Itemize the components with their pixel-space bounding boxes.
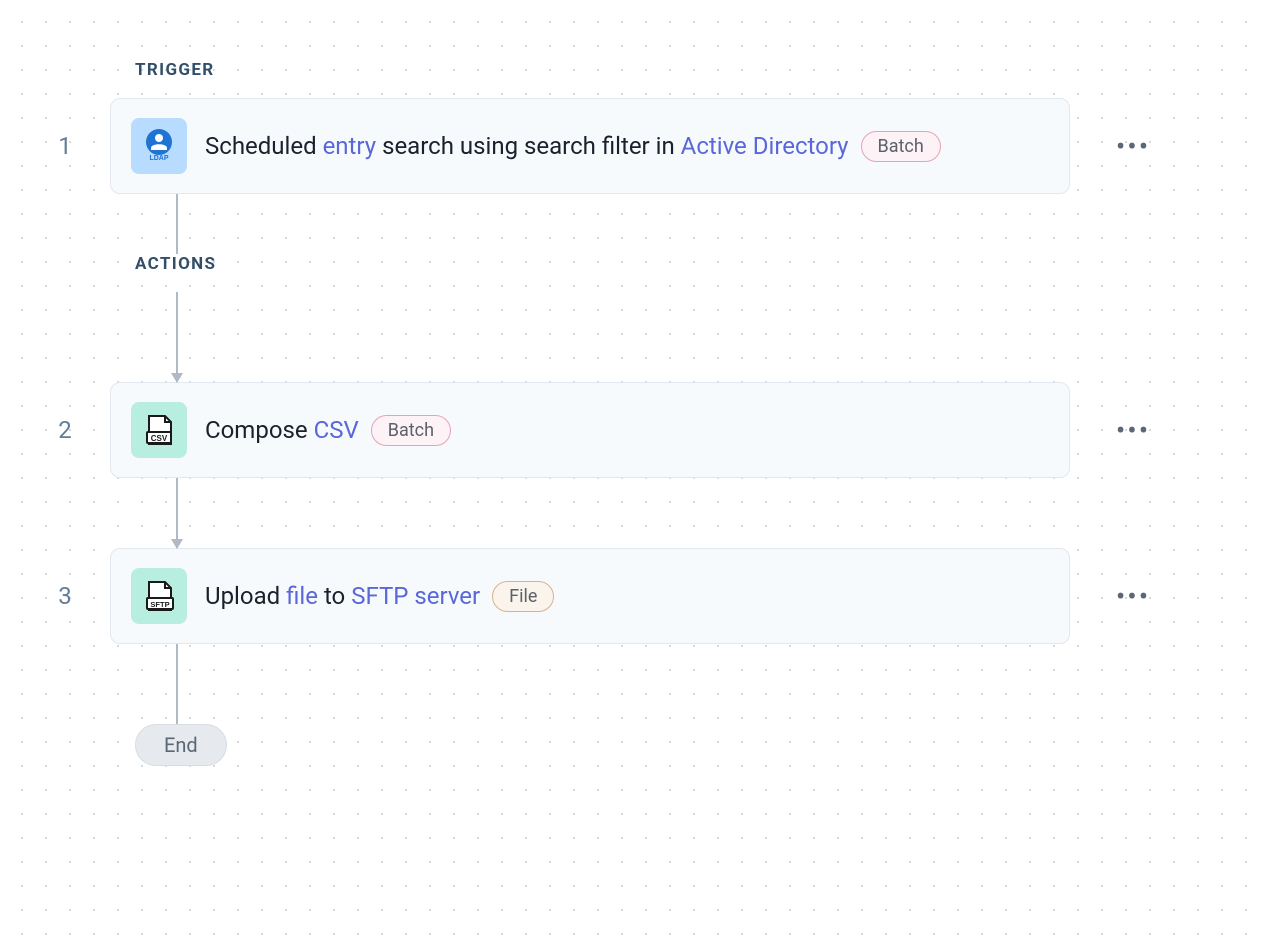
text-segment-link: Active Directory — [681, 132, 849, 160]
section-label-actions: ACTIONS — [135, 254, 1261, 274]
step-row-3: 3 SFTP Upload file to SFTP server File — [20, 548, 1261, 644]
text-segment: to — [318, 582, 351, 610]
connector-arrow — [176, 478, 1261, 548]
badge-batch: Batch — [861, 131, 941, 162]
connector-arrow — [176, 292, 1261, 382]
svg-text:CSV: CSV — [151, 434, 168, 443]
action-title: Upload file to SFTP server File — [205, 581, 554, 612]
connector-line — [176, 194, 1261, 254]
step-number-2: 2 — [20, 416, 110, 444]
more-options-button[interactable] — [1108, 414, 1158, 447]
text-segment: Upload — [205, 582, 286, 610]
trigger-card[interactable]: LDAP Scheduled entry search using search… — [110, 98, 1070, 194]
sftp-icon: SFTP — [131, 568, 187, 624]
connector-line — [176, 644, 1261, 724]
badge-batch: Batch — [371, 415, 451, 446]
action-title: Compose CSV Batch — [205, 415, 451, 446]
action-card-sftp[interactable]: SFTP Upload file to SFTP server File — [110, 548, 1070, 644]
text-segment-link: CSV — [314, 416, 359, 444]
step-number-1: 1 — [20, 132, 110, 160]
badge-file: File — [492, 581, 554, 612]
csv-icon: CSV — [131, 402, 187, 458]
step-row-2: 2 CSV Compose CSV Batch — [20, 382, 1261, 478]
more-options-button[interactable] — [1108, 580, 1158, 613]
svg-text:SFTP: SFTP — [150, 600, 169, 609]
step-row-1: 1 LDAP Scheduled entry search using sear… — [20, 98, 1261, 194]
end-node: End — [135, 724, 227, 766]
text-segment: Compose — [205, 416, 314, 444]
action-card-csv[interactable]: CSV Compose CSV Batch — [110, 382, 1070, 478]
text-segment: Scheduled — [205, 132, 323, 160]
text-segment-link: file — [286, 582, 318, 610]
text-segment: search using search filter in — [376, 132, 681, 160]
text-segment-link: entry — [323, 132, 377, 160]
svg-text:LDAP: LDAP — [149, 155, 168, 162]
step-number-3: 3 — [20, 582, 110, 610]
section-label-trigger: TRIGGER — [135, 60, 1261, 80]
trigger-title: Scheduled entry search using search filt… — [205, 131, 941, 162]
more-options-button[interactable] — [1108, 130, 1158, 163]
workflow-canvas: TRIGGER 1 LDAP Scheduled entry search us… — [0, 0, 1261, 766]
ldap-icon: LDAP — [131, 118, 187, 174]
text-segment-link: SFTP server — [351, 582, 480, 610]
